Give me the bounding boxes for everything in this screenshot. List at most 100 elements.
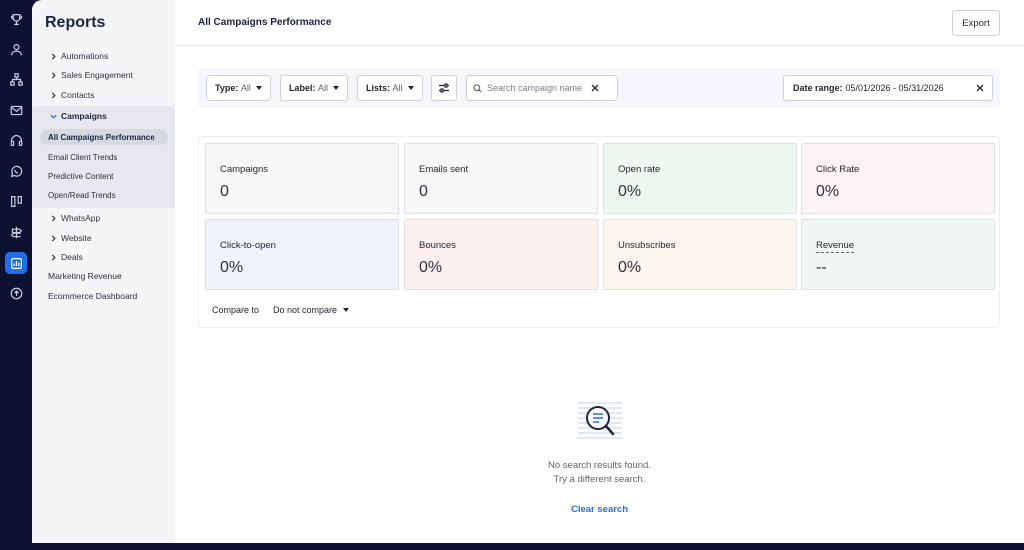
metric-card-click-to-open: Click-to-open 0%	[205, 219, 399, 290]
reports-sidebar: Reports Automations Sales Engagement Con…	[32, 0, 175, 543]
sliders-icon	[439, 83, 449, 93]
filter-value: All	[318, 83, 329, 93]
sidebar-item-campaigns[interactable]: Campaigns	[32, 106, 175, 126]
trophy-icon[interactable]	[5, 8, 27, 30]
empty-state: No search results found. Try a different…	[175, 400, 1024, 517]
clear-date-icon[interactable]	[976, 84, 984, 92]
export-button[interactable]: Export	[952, 10, 1000, 36]
sidebar-item-website[interactable]: Website	[32, 228, 175, 248]
metric-card-bounces: Bounces 0%	[404, 219, 598, 290]
lists-filter-dropdown[interactable]: Lists: All	[357, 75, 423, 101]
sidebar-item-ecommerce-dashboard[interactable]: Ecommerce Dashboard	[32, 286, 175, 306]
campaigns-group: Campaigns All Campaigns Performance Emai…	[32, 106, 175, 208]
sidebar-subitem-email-client-trends[interactable]: Email Client Trends	[40, 149, 168, 165]
filter-bar: Type: All Label: All Lists: All Date ran…	[198, 68, 1000, 108]
caret-down-icon	[343, 308, 350, 312]
metric-label: Click-to-open	[220, 240, 276, 251]
metric-label-revenue-tooltip[interactable]: Revenue	[816, 240, 855, 253]
app-rail	[0, 0, 32, 550]
chevron-right-icon	[48, 52, 58, 60]
metric-value: 0%	[220, 259, 244, 276]
headset-icon[interactable]	[5, 129, 27, 151]
label-filter-dropdown[interactable]: Label: All	[280, 75, 349, 101]
chevron-right-icon	[48, 71, 58, 79]
sidebar-item-label: Contacts	[61, 90, 95, 100]
sidebar-item-sales-engagement[interactable]: Sales Engagement	[32, 65, 175, 85]
caret-down-icon	[255, 86, 262, 90]
sitemap-icon[interactable]	[5, 68, 27, 90]
chevron-down-icon	[48, 113, 58, 120]
metric-label: Campaigns	[220, 164, 269, 175]
search-input[interactable]	[487, 83, 591, 93]
whatsapp-icon[interactable]	[5, 160, 27, 182]
sidebar-item-label: Website	[61, 233, 92, 243]
filter-key: Lists:	[366, 83, 391, 93]
campaign-search	[466, 75, 618, 101]
sidebar-item-whatsapp[interactable]: WhatsApp	[32, 208, 175, 228]
sidebar-item-label: Sales Engagement	[61, 70, 133, 80]
page-title: All Campaigns Performance	[198, 17, 332, 28]
sidebar-item-contacts[interactable]: Contacts	[32, 85, 175, 105]
type-filter-dropdown[interactable]: Type: All	[206, 75, 271, 101]
upload-icon[interactable]	[5, 282, 27, 304]
metric-value: 0%	[419, 259, 443, 276]
chevron-right-icon	[48, 214, 58, 222]
sidebar-item-label: Deals	[61, 252, 83, 262]
metric-label: Bounces	[419, 240, 456, 251]
sidebar-item-label: Automations	[61, 51, 109, 61]
metric-value: 0	[220, 183, 229, 200]
metric-value: 0%	[618, 259, 642, 276]
compare-dropdown[interactable]: Do not compare	[273, 305, 350, 315]
date-range-picker[interactable]: Date range: 05/01/2026 - 05/31/2026	[783, 75, 993, 101]
search-icon	[467, 83, 487, 93]
advanced-filters-button[interactable]	[431, 75, 457, 101]
metric-value: 0%	[618, 183, 642, 200]
search-document-icon	[577, 402, 622, 439]
metric-card-unsubscribes: Unsubscribes 0%	[603, 219, 797, 290]
metric-card-campaigns: Campaigns 0	[205, 143, 399, 214]
date-range-key: Date range:	[793, 83, 843, 93]
compare-label: Compare to	[212, 305, 260, 315]
metric-label: Emails sent	[419, 164, 469, 175]
chevron-right-icon	[48, 234, 58, 242]
metric-value: 0%	[816, 183, 840, 200]
filter-value: All	[240, 83, 251, 93]
sidebar-item-label: WhatsApp	[61, 213, 101, 223]
filter-key: Type:	[215, 83, 239, 93]
metric-card-click-rate: Click Rate 0%	[801, 143, 995, 214]
signpost-icon[interactable]	[5, 221, 27, 243]
metric-label: Unsubscribes	[618, 240, 676, 251]
metric-card-emails-sent: Emails sent 0	[404, 143, 598, 214]
date-range-value: 05/01/2026 - 05/31/2026	[845, 83, 944, 93]
sidebar-subitem-predictive-content[interactable]: Predictive Content	[40, 168, 168, 184]
metrics-panel: Campaigns 0 Emails sent 0 Open rate 0% C…	[198, 136, 1000, 328]
chevron-right-icon	[48, 91, 58, 99]
caret-down-icon	[407, 86, 414, 90]
sidebar-item-deals[interactable]: Deals	[32, 247, 175, 267]
sidebar-subitem-open-read-trends[interactable]: Open/Read Trends	[40, 187, 168, 203]
metric-label: Click Rate	[816, 164, 860, 175]
chevron-right-icon	[48, 253, 58, 261]
sidebar-item-marketing-revenue[interactable]: Marketing Revenue	[32, 266, 175, 286]
pipeline-icon[interactable]	[5, 190, 27, 212]
clear-search-icon[interactable]	[591, 84, 599, 92]
compare-control: Compare to Do not compare	[212, 305, 350, 315]
reports-icon[interactable]	[5, 252, 27, 274]
page-header: All Campaigns Performance Export	[175, 0, 1024, 46]
metric-value: 0	[419, 183, 428, 200]
sidebar-subitem-all-campaigns-performance[interactable]: All Campaigns Performance	[40, 129, 168, 145]
clear-search-link[interactable]: Clear search	[571, 504, 628, 515]
filter-key: Label:	[289, 83, 316, 93]
mail-icon[interactable]	[5, 99, 27, 121]
metric-card-revenue: Revenue --	[801, 219, 995, 290]
filter-value: All	[392, 83, 403, 93]
main-content: All Campaigns Performance Export Type: A…	[175, 0, 1024, 543]
metric-card-open-rate: Open rate 0%	[603, 143, 797, 214]
sidebar-item-label: Campaigns	[61, 111, 107, 121]
metric-label: Open rate	[618, 164, 661, 175]
empty-line-1: No search results found.	[548, 460, 651, 471]
compare-value: Do not compare	[273, 305, 338, 315]
sidebar-item-automations[interactable]: Automations	[32, 46, 175, 66]
caret-down-icon	[333, 86, 340, 90]
contacts-icon[interactable]	[5, 38, 27, 60]
